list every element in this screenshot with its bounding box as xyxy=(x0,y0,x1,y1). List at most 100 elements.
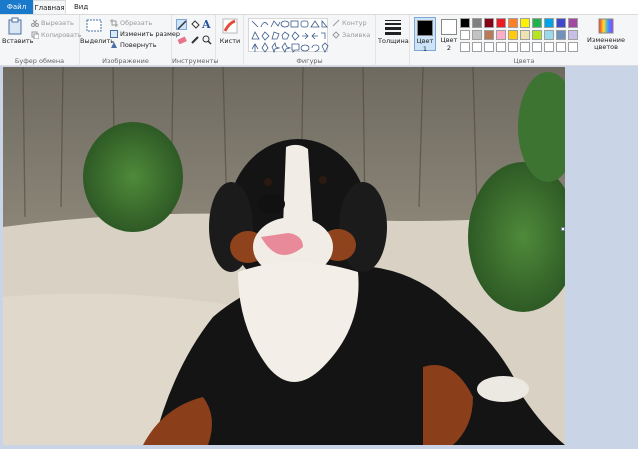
palette-swatch[interactable] xyxy=(544,30,554,40)
palette-swatch[interactable] xyxy=(556,42,566,52)
shapes-gallery[interactable] xyxy=(248,18,329,54)
palette-swatch[interactable] xyxy=(520,18,530,28)
rotate-button[interactable]: Повернуть xyxy=(110,40,157,51)
palette-swatch[interactable] xyxy=(568,30,578,40)
palette-swatch[interactable] xyxy=(532,18,542,28)
colors-group: Цвет 1 Цвет 2 Изменение цветов Цвета xyxy=(410,15,638,66)
edit-colors-label: Изменение цветов xyxy=(587,36,625,51)
work-area xyxy=(0,66,638,449)
cut-button[interactable]: Вырезать xyxy=(31,18,74,29)
menu-tabs: Файл Главная Вид xyxy=(0,0,638,14)
palette-swatch[interactable] xyxy=(532,30,542,40)
image-group-label: Изображение xyxy=(102,57,149,65)
palette-swatch[interactable] xyxy=(544,18,554,28)
palette-swatch[interactable] xyxy=(484,30,494,40)
clipboard-group-label: Буфер обмена xyxy=(14,57,65,65)
palette-swatch[interactable] xyxy=(532,42,542,52)
drawing-canvas[interactable] xyxy=(3,67,565,445)
outline-button[interactable]: Контур xyxy=(332,18,367,29)
copy-label: Копировать xyxy=(41,31,82,39)
edit-colors-button[interactable]: Изменение цветов xyxy=(586,17,626,51)
palette-swatch[interactable] xyxy=(520,42,530,52)
eraser-tool[interactable] xyxy=(177,36,187,45)
size-label: Толщина xyxy=(378,37,409,45)
outline-label: Контур xyxy=(342,19,367,27)
palette-swatch[interactable] xyxy=(544,42,554,52)
color-palette xyxy=(460,18,590,58)
tab-file[interactable]: Файл xyxy=(0,0,33,14)
color-wheel-icon xyxy=(597,17,615,35)
palette-swatch[interactable] xyxy=(460,30,470,40)
select-button[interactable]: Выделить xyxy=(80,17,115,45)
pencil-tool[interactable] xyxy=(176,19,187,30)
brushes-group: Кисти xyxy=(216,15,244,66)
brush-icon xyxy=(221,17,239,35)
palette-swatch[interactable] xyxy=(472,42,482,52)
shapes-group-label: Фигуры xyxy=(296,57,323,65)
resize-handle-right[interactable] xyxy=(561,227,565,231)
shapes-icon xyxy=(251,19,329,54)
dog-photo xyxy=(3,67,565,445)
size-button[interactable]: Толщина xyxy=(378,17,409,45)
pencil-icon xyxy=(177,20,187,30)
palette-swatch[interactable] xyxy=(508,30,518,40)
copy-button[interactable]: Копировать xyxy=(31,30,82,41)
size-group: Толщина xyxy=(376,15,410,66)
cut-label: Вырезать xyxy=(41,19,74,27)
color-picker-tool[interactable] xyxy=(190,35,200,45)
resize-icon xyxy=(110,30,118,38)
tools-group: A Инструменты xyxy=(172,15,219,66)
brushes-button[interactable]: Кисти xyxy=(218,17,242,45)
palette-swatch[interactable] xyxy=(508,42,518,52)
crop-label: Обрезать xyxy=(120,19,153,27)
palette-swatch[interactable] xyxy=(496,18,506,28)
eyedropper-icon xyxy=(191,36,199,44)
image-group: Выделить Обрезать Изменить размер Поверн… xyxy=(80,15,180,66)
palette-swatch[interactable] xyxy=(556,18,566,28)
color1-swatch xyxy=(417,20,433,36)
line-width-icon xyxy=(384,17,402,35)
palette-swatch[interactable] xyxy=(520,30,530,40)
color1-button[interactable]: Цвет 1 xyxy=(414,17,436,53)
paste-button[interactable]: Вставить xyxy=(2,17,33,45)
select-label: Выделить xyxy=(80,37,115,45)
palette-swatch[interactable] xyxy=(472,30,482,40)
tab-view[interactable]: Вид xyxy=(68,0,94,14)
resize-button[interactable]: Изменить размер xyxy=(110,29,180,40)
tools-group-label: Инструменты xyxy=(172,57,219,65)
color2-button[interactable]: Цвет 2 xyxy=(438,17,460,52)
palette-swatch[interactable] xyxy=(484,42,494,52)
tab-home[interactable]: Главная xyxy=(33,0,66,14)
fill-tool[interactable] xyxy=(190,20,200,30)
palette-swatch[interactable] xyxy=(496,30,506,40)
palette-swatch[interactable] xyxy=(568,18,578,28)
clipboard-group: Вставить Вырезать Копировать Буфер обмен… xyxy=(0,15,82,66)
text-tool[interactable]: A xyxy=(202,18,211,31)
palette-swatch[interactable] xyxy=(460,42,470,52)
eraser-icon xyxy=(177,36,187,45)
palette-swatch[interactable] xyxy=(568,42,578,52)
palette-swatch[interactable] xyxy=(508,18,518,28)
color1-label: Цвет 1 xyxy=(416,37,434,53)
palette-swatch[interactable] xyxy=(472,18,482,28)
outline-icon xyxy=(332,19,340,27)
bucket-icon xyxy=(191,20,200,29)
copy-icon xyxy=(31,31,40,40)
magnifier-tool[interactable] xyxy=(202,35,212,45)
palette-swatch[interactable] xyxy=(496,42,506,52)
clipboard-icon xyxy=(6,17,24,35)
fill-button[interactable]: Заливка xyxy=(332,30,370,41)
crop-button[interactable]: Обрезать xyxy=(110,18,152,29)
palette-swatch[interactable] xyxy=(556,30,566,40)
brushes-label: Кисти xyxy=(219,37,241,45)
palette-swatch[interactable] xyxy=(460,18,470,28)
crop-icon xyxy=(110,19,118,27)
fill-icon xyxy=(332,31,340,39)
rotate-icon xyxy=(110,41,118,49)
scissors-icon xyxy=(31,19,39,27)
ribbon: Вставить Вырезать Копировать Буфер обмен… xyxy=(0,14,638,66)
palette-swatch[interactable] xyxy=(484,18,494,28)
resize-label: Изменить размер xyxy=(120,30,180,38)
magnifier-icon xyxy=(202,35,212,45)
color2-label: Цвет 2 xyxy=(440,36,458,52)
